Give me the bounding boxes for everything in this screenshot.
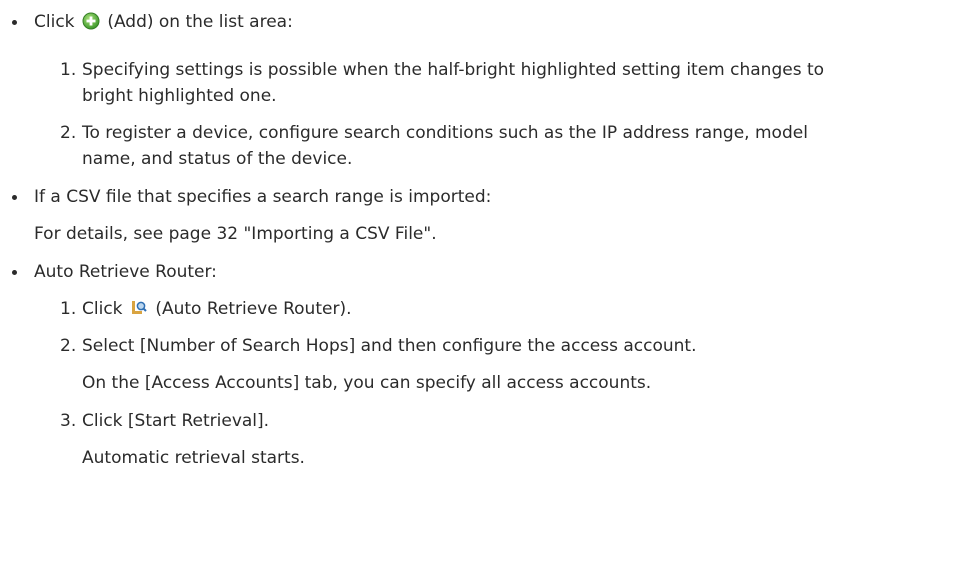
step-text: Specifying settings is possible when the… xyxy=(82,60,825,80)
document-page: { "items": [ { "lead_text": "Click", "ic… xyxy=(0,0,973,571)
step-number: 2. xyxy=(60,123,77,143)
add-icon[interactable] xyxy=(82,12,100,37)
item-lead-text: Click xyxy=(34,12,75,32)
step-note: On the [Access Accounts] tab, you can sp… xyxy=(82,373,652,393)
list-item: Click (Add) on the list area: xyxy=(34,10,293,37)
bullet-marker xyxy=(12,270,17,275)
bullet-marker xyxy=(12,195,17,200)
step-number: 2. xyxy=(60,336,77,356)
list-item: Auto Retrieve Router: xyxy=(34,262,217,282)
auto-retrieve-router-icon[interactable] xyxy=(130,299,148,324)
step-text-continued: bright highlighted one. xyxy=(82,86,277,106)
step-number: 1. xyxy=(60,299,77,319)
step-text-continued: name, and status of the device. xyxy=(82,149,353,169)
step-number: 1. xyxy=(60,60,77,80)
step-number: 3. xyxy=(60,411,77,431)
step-lead-text: Click xyxy=(82,299,123,319)
step-text: Select [Number of Search Hops] and then … xyxy=(82,336,697,356)
bullet-marker xyxy=(12,20,17,25)
step-tail-text: (Auto Retrieve Router). xyxy=(155,299,352,319)
item-note: For details, see page 32 "Importing a CS… xyxy=(34,224,437,244)
step-text: Click [Start Retrieval]. xyxy=(82,411,270,431)
step-text: To register a device, configure search c… xyxy=(82,123,808,143)
step-text: Click (Auto Retrieve Router). xyxy=(82,297,351,324)
item-tail-text: (Add) on the list area: xyxy=(107,12,293,32)
list-item: If a CSV file that specifies a search ra… xyxy=(34,187,492,207)
step-note: Automatic retrieval starts. xyxy=(82,448,305,468)
